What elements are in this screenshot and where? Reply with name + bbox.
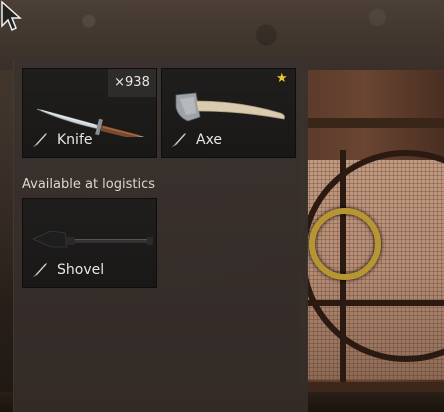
axe-art [175,92,285,122]
shovel-art [32,230,153,248]
knife-icon [172,133,186,147]
favorite-star-icon[interactable]: ★ [276,72,290,86]
door-ring[interactable] [309,208,381,280]
door-frame-top [300,118,444,128]
item-name: Shovel [57,262,105,278]
knife-icon [33,263,47,277]
inventory-slot-knife[interactable]: ×938 Knife [22,68,157,158]
item-name: Axe [196,132,223,148]
inventory-slot-shovel[interactable]: Shovel [22,198,157,288]
section-label-logistics: Available at logistics [22,177,156,192]
door-bar-horizontal [305,300,444,306]
knife-icon [33,133,47,147]
mouse-cursor-icon [1,0,22,32]
inventory-slot-axe[interactable]: ★ Axe [161,68,296,158]
knife-art [36,108,144,137]
item-name: Knife [57,132,93,148]
